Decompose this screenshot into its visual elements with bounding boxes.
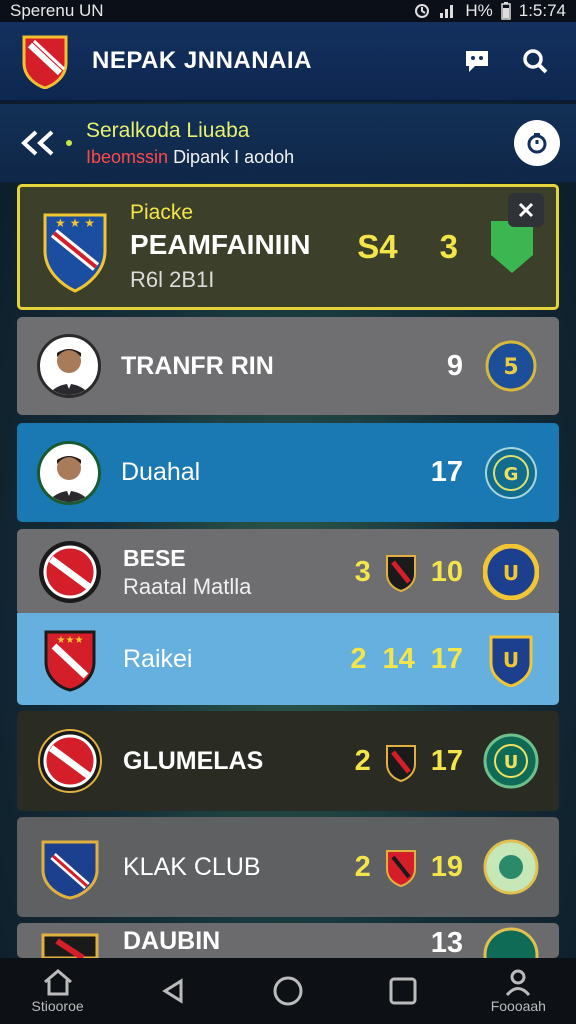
- featured-crest: ★ ★ ★: [40, 207, 110, 293]
- list-item-name: GLUMELAS: [123, 746, 264, 775]
- list-item-sub: Raatal Matlla: [123, 573, 252, 599]
- club-crest-navy-icon: U: [483, 631, 539, 687]
- search-icon: [523, 49, 548, 74]
- back-button[interactable]: [16, 121, 60, 165]
- stopwatch-icon: [527, 133, 547, 154]
- svg-text:5: 5: [503, 355, 518, 380]
- featured-rank: 3: [439, 228, 458, 265]
- alarm-icon: [415, 4, 430, 18]
- list-item-value: 2: [350, 642, 367, 675]
- featured-name: PEAMFAINIIN: [130, 229, 311, 260]
- featured-tag: Piacke: [130, 201, 194, 224]
- list-item-value: 2: [354, 850, 371, 883]
- list-item-name: BESE: [123, 544, 186, 571]
- club-crest-teal-icon: G: [483, 445, 539, 501]
- search-button[interactable]: [514, 40, 556, 82]
- nav-recents-button[interactable]: [358, 976, 448, 1006]
- list-item-name: KLAK CLUB: [123, 852, 261, 881]
- circle-home-icon: [273, 976, 303, 1006]
- svg-text:U: U: [503, 648, 519, 672]
- chat-icon: [466, 51, 488, 72]
- nav-home-circle-button[interactable]: [243, 975, 333, 1007]
- list-item-value: 14: [382, 642, 415, 675]
- list-item-value: 2: [354, 744, 371, 777]
- nav-home-label: Stiooroe: [31, 998, 84, 1014]
- club-crest-shield-icon: ★★★: [37, 626, 103, 692]
- list-item[interactable]: KLAK CLUB 2 19: [17, 817, 559, 917]
- list-item-value: 10: [430, 555, 463, 588]
- list-item-name: Raikei: [123, 644, 193, 673]
- club-crest-mint-icon: [483, 839, 539, 895]
- featured-detail: R6l 2B1I: [130, 267, 215, 292]
- club-crest-red-icon: [37, 539, 103, 605]
- battery-text: H%: [465, 1, 493, 20]
- nav-profile-label: Foooaah: [490, 998, 546, 1014]
- list-item[interactable]: TRANFR RIN 9 5: [17, 317, 559, 415]
- subheader-title: Seralkoda Liuaba: [86, 118, 250, 142]
- club-crest-blue-icon: 5: [483, 338, 539, 394]
- list-item-value: 3: [354, 555, 371, 588]
- subheader-sub-white: Dipank I aodoh: [173, 146, 295, 167]
- svg-text:★★★: ★★★: [57, 635, 84, 646]
- svg-text:U: U: [503, 561, 519, 585]
- subheader-sub-red: Ibeomssin: [86, 146, 169, 167]
- player-avatar: [37, 440, 101, 505]
- list-item-name: TRANFR RIN: [121, 351, 274, 380]
- club-crest-green-icon: [483, 927, 539, 958]
- list-item-value: 13: [430, 927, 463, 958]
- timer-button[interactable]: [514, 120, 560, 166]
- list-item[interactable]: BESE Raatal Matlla 3 10 U: [17, 529, 559, 615]
- app-title: NEPAK JNNANAIA: [92, 47, 312, 74]
- list-item-value: 17: [430, 642, 463, 675]
- square-recents-icon: [389, 977, 417, 1005]
- featured-score: S4: [357, 228, 398, 265]
- svg-text:G: G: [504, 464, 519, 485]
- list-item-value: 19: [430, 850, 463, 883]
- player-avatar: [37, 334, 101, 398]
- list-item-value: 17: [430, 744, 463, 777]
- home-icon: [43, 969, 72, 996]
- list-item[interactable]: Duahal 17 G: [17, 423, 559, 522]
- signal-icon: [440, 5, 454, 18]
- list-item-value: 17: [430, 456, 463, 488]
- list-item-name: Duahal: [121, 458, 201, 486]
- app-logo: [20, 33, 70, 89]
- list-item[interactable]: GLUMELAS 2 17 U: [17, 711, 559, 811]
- clock: 1:5:74: [518, 1, 566, 20]
- chat-button[interactable]: [456, 40, 498, 82]
- shield-small-icon: [385, 850, 416, 887]
- close-icon: [518, 202, 534, 218]
- status-bar: Sperenu UN H% 1:5:74: [0, 0, 576, 22]
- status-left-text: Sperenu UN: [10, 1, 104, 20]
- shield-small-icon: [385, 555, 416, 592]
- nav-home-button[interactable]: Stiooroe: [13, 968, 103, 1014]
- list-item-value: 9: [446, 349, 463, 382]
- app-bar: NEPAK JNNANAIA: [0, 22, 576, 102]
- club-crest-red-icon: [37, 728, 103, 794]
- featured-card[interactable]: ★ ★ ★ Piacke PEAMFAINIIN R6l 2B1I S4 3: [17, 184, 559, 310]
- double-chevron-left-icon: [21, 130, 54, 156]
- club-crest-blue-shield-icon: [37, 834, 103, 900]
- battery-icon: [500, 2, 511, 20]
- nav-profile-button[interactable]: Foooaah: [473, 968, 563, 1014]
- bottom-nav: Stiooroe Foooaah: [0, 958, 576, 1024]
- triangle-back-icon: [161, 978, 183, 1004]
- club-crest-gold-icon: U: [483, 544, 539, 600]
- club-crest-green-icon: U: [483, 733, 539, 789]
- club-crest-partial-icon: [37, 927, 103, 958]
- list-item[interactable]: ★★★ Raikei 2 14 17 U: [17, 613, 559, 705]
- svg-text:★ ★ ★: ★ ★ ★: [55, 216, 95, 230]
- close-button[interactable]: [508, 193, 544, 227]
- indicator-dot: [66, 140, 72, 146]
- list-item[interactable]: DAUBIN 13: [17, 923, 559, 958]
- nav-back-button[interactable]: [128, 977, 218, 1005]
- sub-header: Seralkoda Liuaba Ibeomssin Dipank I aodo…: [0, 104, 576, 182]
- svg-text:U: U: [504, 752, 519, 773]
- person-icon: [506, 969, 531, 996]
- shield-small-icon: [385, 745, 416, 782]
- list-item-name: DAUBIN: [123, 927, 221, 955]
